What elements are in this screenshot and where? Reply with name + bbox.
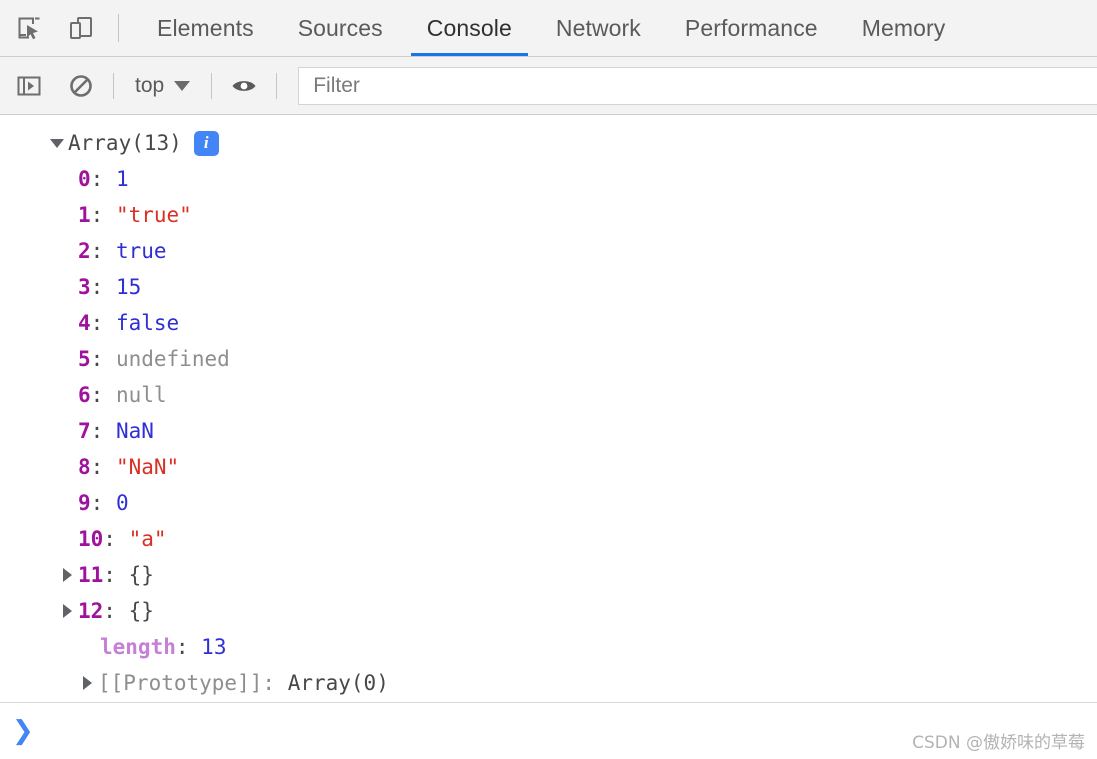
array-root-label: Array(13) [68, 131, 182, 155]
expand-toggle-entry-12[interactable] [56, 604, 78, 618]
console-sidebar-toggle-icon[interactable] [10, 67, 48, 105]
entry-colon: : [90, 311, 104, 335]
array-entry-row[interactable]: 5: undefined [0, 341, 1097, 377]
tab-sources[interactable]: Sources [276, 0, 405, 56]
entry-value: true [115, 239, 167, 263]
triangle-right-icon [62, 604, 72, 618]
entry-colon: : [90, 419, 104, 443]
entry-key: 2 [78, 239, 91, 263]
entry-value: 1 [115, 167, 129, 191]
prototype-value: Array(0) [287, 671, 389, 695]
expand-toggle-entry-11[interactable] [56, 568, 78, 582]
execution-context-label: top [135, 73, 165, 97]
live-expression-eye-icon[interactable] [225, 67, 263, 105]
execution-context-selector[interactable]: top [127, 71, 198, 101]
array-entry-row[interactable]: 12: {} [0, 593, 1097, 629]
clear-console-icon[interactable] [62, 67, 100, 105]
info-icon[interactable]: i [193, 130, 219, 156]
tab-memory[interactable]: Memory [840, 0, 968, 56]
array-entry-row[interactable]: 8: "NaN" [0, 449, 1097, 485]
console-filter-toolbar: top Filter [0, 57, 1097, 115]
array-entry-row[interactable]: 11: {} [0, 557, 1097, 593]
entry-value: {} [128, 563, 154, 587]
entry-key: 5 [78, 347, 91, 371]
array-entry-row[interactable]: 4: false [0, 305, 1097, 341]
array-entry-row[interactable]: 10: "a" [0, 521, 1097, 557]
entry-key: 7 [78, 419, 91, 443]
devtools-window: Elements Sources Console Network Perform… [0, 0, 1097, 759]
console-output-area: Array(13) i 0: 1 1: "true" 2: true 3: 15… [0, 115, 1097, 702]
entry-colon: : [103, 527, 116, 551]
entry-colon: : [103, 599, 116, 623]
toolbar-divider [118, 14, 119, 42]
entry-colon: : [90, 383, 104, 407]
entry-key: 12 [78, 599, 104, 623]
prototype-colon: : [262, 671, 276, 695]
toolbar-divider [113, 72, 114, 99]
entry-key: 3 [78, 275, 91, 299]
entry-value: undefined [115, 347, 230, 371]
entry-key: 6 [78, 383, 91, 407]
triangle-right-icon [62, 568, 72, 582]
entry-value: false [115, 311, 180, 335]
entry-value: NaN [115, 419, 154, 443]
length-colon: : [175, 635, 189, 659]
entry-colon: : [90, 347, 104, 371]
array-entry-row[interactable]: 0: 1 [0, 161, 1097, 197]
array-entry-row[interactable]: 7: NaN [0, 413, 1097, 449]
length-key: length [100, 635, 176, 659]
device-toolbar-icon[interactable] [64, 11, 98, 45]
entry-colon: : [90, 239, 104, 263]
entry-key: 10 [78, 527, 104, 551]
watermark: CSDN @傲娇味的草莓 [912, 733, 1085, 753]
array-entry-row[interactable]: 2: true [0, 233, 1097, 269]
triangle-down-icon [50, 138, 64, 148]
entry-colon: : [90, 167, 104, 191]
entry-key: 8 [78, 455, 91, 479]
entry-colon: : [90, 455, 104, 479]
entry-key: 4 [78, 311, 91, 335]
array-length-row[interactable]: length: 13 [0, 629, 1097, 665]
expand-toggle-root[interactable] [46, 138, 68, 148]
inspect-element-icon[interactable] [12, 11, 46, 45]
tab-performance[interactable]: Performance [663, 0, 840, 56]
entry-value: {} [128, 599, 154, 623]
entry-colon: : [103, 563, 116, 587]
triangle-right-icon [82, 676, 92, 690]
entry-value: 0 [115, 491, 129, 515]
array-entry-row[interactable]: 1: "true" [0, 197, 1097, 233]
tab-elements[interactable]: Elements [135, 0, 276, 56]
panel-tabs: Elements Sources Console Network Perform… [135, 0, 1097, 56]
entry-value: "a" [128, 527, 167, 551]
entry-key: 9 [78, 491, 91, 515]
entry-colon: : [90, 203, 104, 227]
array-entry-row[interactable]: 6: null [0, 377, 1097, 413]
entry-key: 11 [78, 563, 104, 587]
chevron-down-icon [174, 80, 191, 91]
entry-value: 15 [115, 275, 142, 299]
console-message-array-root[interactable]: Array(13) i [0, 125, 1097, 161]
entry-value: "NaN" [115, 455, 180, 479]
entry-colon: : [90, 275, 104, 299]
array-entry-row[interactable]: 3: 15 [0, 269, 1097, 305]
prototype-key: [[Prototype]] [98, 671, 263, 695]
tab-network[interactable]: Network [534, 0, 663, 56]
toolbar-divider [276, 72, 278, 99]
console-prompt-bar: ❯ CSDN @傲娇味的草莓 [0, 702, 1097, 759]
expand-toggle-prototype[interactable] [76, 676, 98, 690]
console-filter-input[interactable]: Filter [298, 66, 1097, 105]
entry-value: "true" [115, 203, 192, 227]
toolbar-divider [211, 72, 213, 99]
devtools-tab-bar: Elements Sources Console Network Perform… [0, 0, 1097, 57]
entry-key: 1 [78, 203, 91, 227]
tab-bar-icon-group [0, 0, 98, 56]
length-value: 13 [201, 635, 227, 659]
array-entry-row[interactable]: 9: 0 [0, 485, 1097, 521]
prompt-chevron-icon: ❯ [12, 716, 34, 746]
entry-value: null [115, 383, 167, 407]
tab-console[interactable]: Console [405, 0, 534, 56]
array-prototype-row[interactable]: [[Prototype]]: Array(0) [0, 665, 1097, 701]
entry-colon: : [90, 491, 104, 515]
entry-key: 0 [78, 167, 91, 191]
